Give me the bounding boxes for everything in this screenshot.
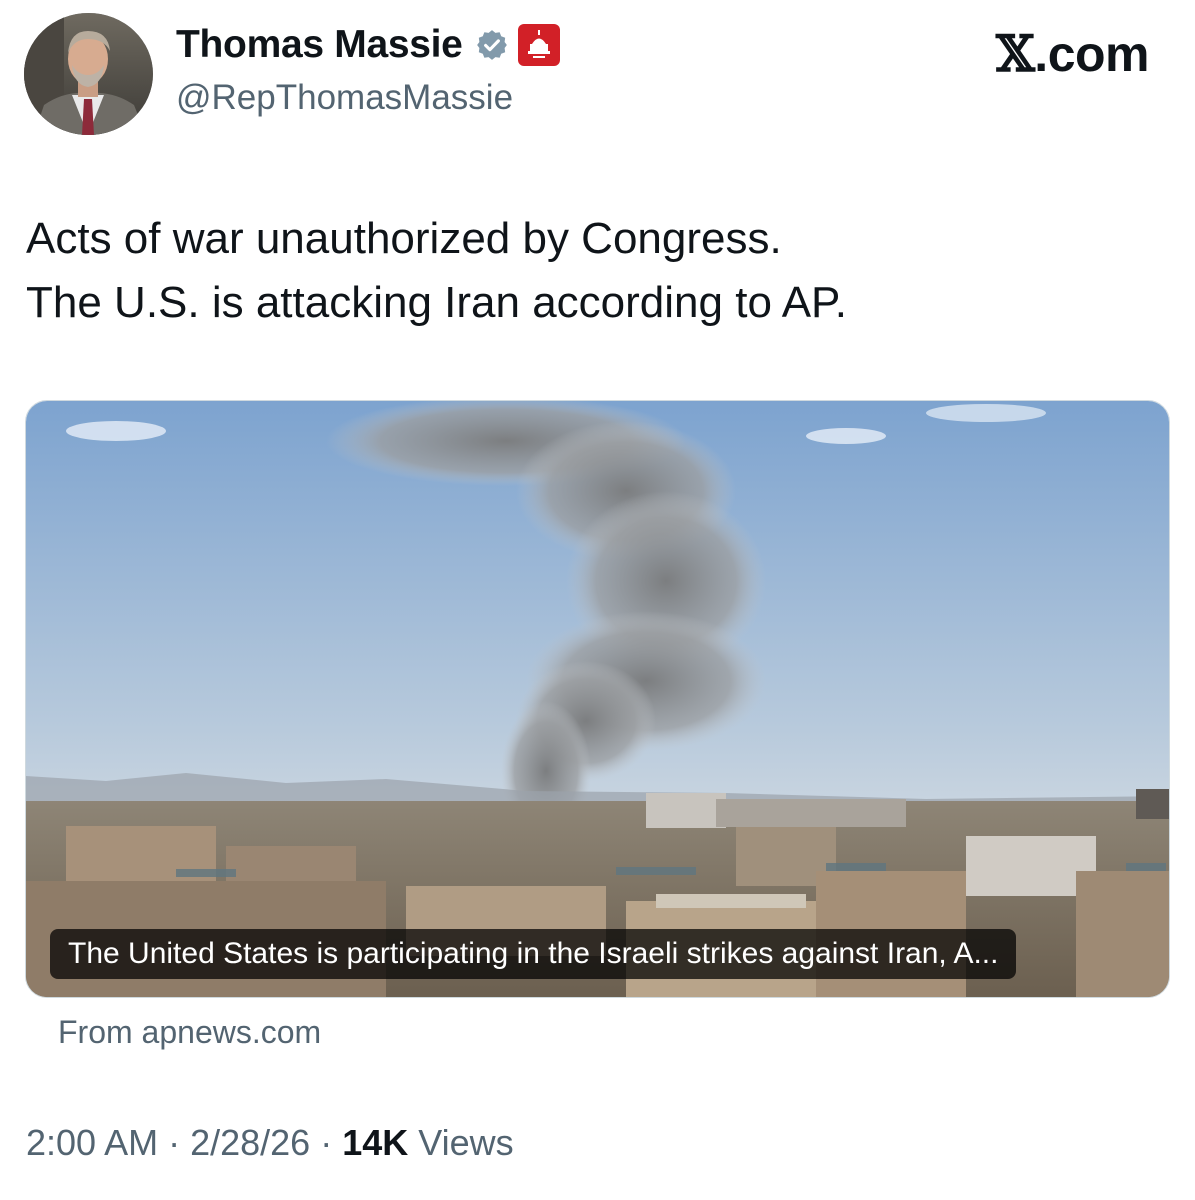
tweet-text-line-1: Acts of war unauthorized by Congress. [26,214,782,263]
verified-badge-icon[interactable] [475,28,509,62]
author-avatar[interactable] [24,13,153,135]
author-display-name[interactable]: Thomas Massie [176,23,463,67]
x-com-logo: 𝕏 .com [996,24,1149,83]
tweet-date[interactable]: 2/28/26 [190,1122,310,1164]
meta-separator-1: · [158,1122,191,1163]
author-name-row: Thomas Massie [176,22,560,68]
brand-suffix: .com [1034,26,1149,82]
author-handle[interactable]: @RepThomasMassie [176,78,513,118]
link-preview-card[interactable]: The United States is participating in th… [25,400,1170,998]
views-count: 14K [342,1122,409,1163]
meta-separator-2: · [310,1122,343,1163]
tweet-time[interactable]: 2:00 AM [26,1122,158,1164]
link-source[interactable]: From apnews.com [58,1014,321,1051]
x-logo-icon: 𝕏 [996,24,1035,83]
smoke-over-city-photo [26,401,1169,997]
tweet-text: Acts of war unauthorized by Congress. Th… [26,207,1166,335]
tweet-metadata: 2:00 AM · 2/28/26 · 14K Views [26,1122,514,1164]
house-gop-capitol-icon[interactable] [517,24,560,66]
views-label: Views [408,1122,514,1163]
link-card-caption[interactable]: The United States is participating in th… [50,929,1017,979]
tweet-text-line-2: The U.S. is attacking Iran according to … [26,278,847,327]
